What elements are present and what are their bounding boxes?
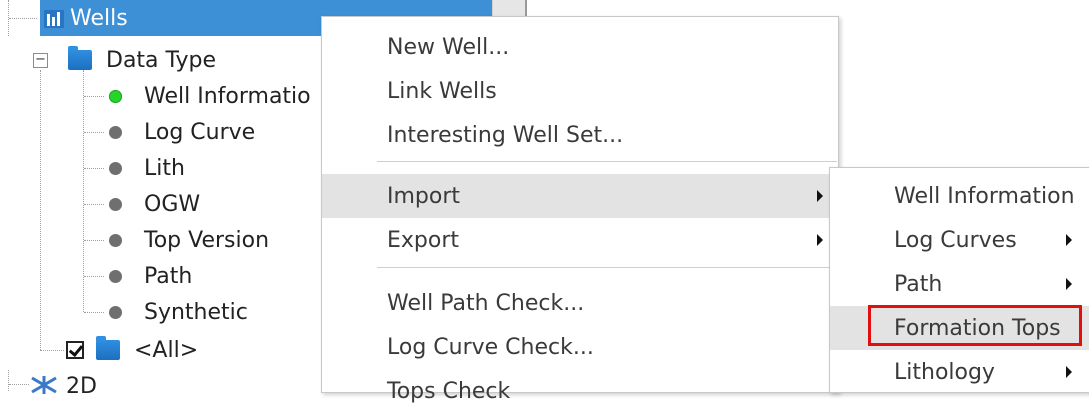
tree-guide [84,240,104,241]
status-dot-icon [109,125,122,139]
tree-item-label: Log Curve [144,119,256,145]
wells-icon [44,10,64,28]
tree-row-data-type[interactable]: Data Type [68,42,216,78]
submenu-arrow-icon [1066,366,1072,378]
submenu-item-well-information[interactable]: Well Information [830,174,1089,218]
checkbox-checked[interactable] [66,341,84,359]
status-dot-icon [109,197,122,211]
menu-item-tops-check[interactable]: Tops Check [322,369,838,413]
menu-item-well-path-check[interactable]: Well Path Check... [322,281,838,325]
tree-guide [84,312,104,313]
status-dot-icon [109,269,122,283]
status-dot-icon [109,161,122,175]
tree-guide [9,384,29,385]
submenu-item-label: Log Curves [894,227,1017,253]
menu-item-label: Export [387,227,460,253]
tree-guide [84,96,104,97]
menu-item-import[interactable]: Import [322,174,838,218]
submenu-item-label: Well Information [894,183,1075,209]
tree-guide [8,370,9,391]
seismic-2d-icon [31,376,57,394]
submenu-arrow-icon [1066,234,1072,246]
tree-row-all[interactable]: <All> [66,332,198,368]
status-dot-icon [109,89,122,103]
folder-icon [96,336,120,360]
menu-item-label: Interesting Well Set... [387,122,624,148]
submenu-arrow-icon [817,190,823,202]
wells-context-menu: New Well... Link Wells Interesting Well … [321,16,839,404]
tree-item-path[interactable]: Path [109,258,192,294]
menu-item-export[interactable]: Export [322,218,838,262]
tree-item-label: Path [144,263,193,289]
tree-label-2d[interactable]: 2D [66,368,97,404]
menu-item-interesting-well-set[interactable]: Interesting Well Set... [322,113,838,157]
tree-guide [40,70,41,350]
menu-item-label: Well Path Check... [387,290,585,316]
tree-item-well-information[interactable]: Well Informatio [109,78,311,114]
tree-item-log-curve[interactable]: Log Curve [109,114,255,150]
menu-item-label: Import [387,183,461,209]
submenu-item-label: Lithology [894,359,995,385]
menu-separator [377,267,837,268]
tree-label-data-type: Data Type [106,47,217,73]
submenu-arrow-icon [817,234,823,246]
menu-item-new-well[interactable]: New Well... [322,25,838,69]
import-submenu: Well Information Log Curves Path Formati… [829,167,1089,393]
submenu-item-label: Path [894,271,943,297]
collapse-icon[interactable]: − [33,53,48,68]
tree-item-label: Synthetic [144,299,248,325]
tree-item-label: OGW [144,191,201,217]
tree-guide [84,132,104,133]
submenu-item-path[interactable]: Path [830,262,1089,306]
tree-item-label: Lith [144,155,185,181]
tree-guide [84,276,104,277]
folder-icon [68,46,92,70]
tree-item-label: Well Informatio [144,83,311,109]
tree-item-label: Top Version [144,227,270,253]
tree-guide [84,204,104,205]
annotation-highlight-box [868,305,1082,346]
menu-item-log-curve-check[interactable]: Log Curve Check... [322,325,838,369]
tree-guide [9,18,37,19]
menu-item-label: New Well... [387,34,510,60]
submenu-arrow-icon [1066,278,1072,290]
tree-guide [40,350,64,351]
menu-item-label: Log Curve Check... [387,334,594,360]
tree-item-lith[interactable]: Lith [109,150,185,186]
tree-item-ogw[interactable]: OGW [109,186,200,222]
submenu-item-log-curves[interactable]: Log Curves [830,218,1089,262]
status-dot-icon [109,233,122,247]
status-dot-icon [109,305,122,319]
tree-label-wells[interactable]: Wells [70,0,128,36]
menu-item-label: Link Wells [387,78,497,104]
tree-guide [84,168,104,169]
menu-item-link-wells[interactable]: Link Wells [322,69,838,113]
tree-item-synthetic[interactable]: Synthetic [109,294,248,330]
tree-label-all: <All> [134,337,199,363]
tree-item-top-version[interactable]: Top Version [109,222,269,258]
menu-item-label: Tops Check [387,378,511,404]
menu-separator [377,161,837,162]
submenu-item-lithology[interactable]: Lithology [830,350,1089,394]
